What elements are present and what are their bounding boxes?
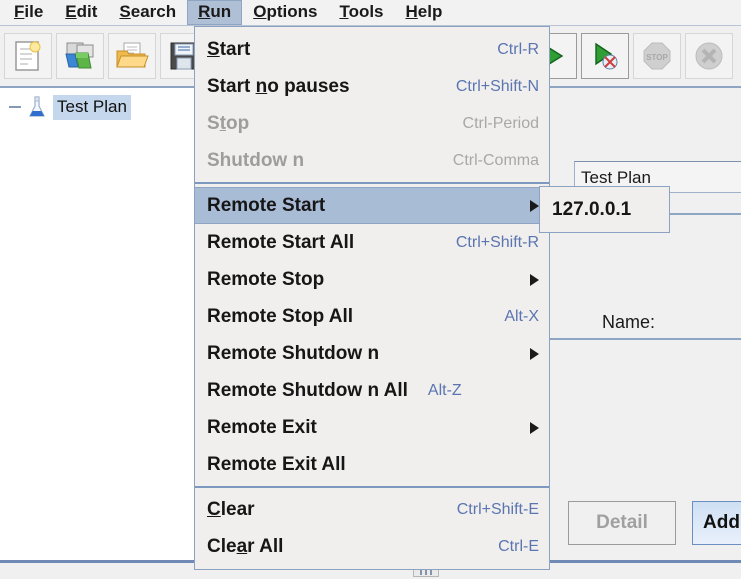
menubar-file-mnemonic: F <box>14 2 25 21</box>
menubar-edit-mnemonic: E <box>65 2 77 21</box>
menubar-search-rest: earch <box>130 2 177 21</box>
menubar-item-edit[interactable]: Edit <box>54 0 108 25</box>
menu-item-shutdown-label: Shutdow n <box>207 149 305 171</box>
submenu-arrow-icon <box>530 273 539 286</box>
menu-item-remote-stop-all[interactable]: Remote Stop All Alt-X <box>195 298 549 335</box>
menu-item-clear-all-label: Clear All <box>207 535 284 557</box>
menu-separator-2 <box>195 486 549 488</box>
menu-item-remote-shutdown[interactable]: Remote Shutdow n <box>195 335 549 372</box>
menu-item-remote-stop-all-label: Remote Stop All <box>207 305 354 327</box>
shutdown-button <box>685 33 733 79</box>
menu-item-remote-exit-all-label: Remote Exit All <box>207 453 346 475</box>
submenu-arrow-icon <box>530 421 539 434</box>
menubar-file-rest: ile <box>24 2 44 21</box>
menubar-item-run[interactable]: Run <box>187 0 243 25</box>
menu-item-start-label: Start <box>207 38 251 60</box>
open-button[interactable] <box>108 33 156 79</box>
menu-item-remote-shutdown-label: Remote Shutdow n <box>207 342 380 364</box>
add-button[interactable]: Add <box>692 501 741 545</box>
menubar-item-search[interactable]: Search <box>108 0 187 25</box>
menu-item-clear-all-accel: Ctrl-E <box>498 537 539 555</box>
menu-item-start-accel: Ctrl-R <box>497 40 539 58</box>
menu-item-remote-host-label: 127.0.0.1 <box>552 198 632 220</box>
menu-item-clear-label: Clear <box>207 498 255 520</box>
menu-item-start-no-pauses[interactable]: Start no pauses Ctrl+Shift-N <box>195 68 549 105</box>
templates-icon <box>63 40 97 72</box>
submenu-arrow-icon <box>530 199 539 212</box>
menu-bar: File Edit Search Run Options Tools Help <box>0 0 741 26</box>
menubar-help-mnemonic: H <box>405 2 418 21</box>
menu-item-shutdown: Shutdow n Ctrl-Comma <box>195 142 549 179</box>
menubar-help-rest: elp <box>417 2 443 21</box>
shutdown-x-icon <box>694 41 724 71</box>
menubar-item-tools[interactable]: Tools <box>328 0 394 25</box>
menu-item-start-no-pauses-label: Start no pauses <box>207 75 350 97</box>
menu-item-shutdown-accel: Ctrl-Comma <box>452 151 539 169</box>
menu-item-remote-shutdown-all-label: Remote Shutdow n All <box>207 379 408 401</box>
menu-item-remote-stop-label: Remote Stop <box>207 268 325 290</box>
new-document-icon <box>13 40 43 72</box>
menubar-search-mnemonic: S <box>119 2 131 21</box>
menu-item-remote-exit-all[interactable]: Remote Exit All <box>195 446 549 483</box>
menu-item-remote-start-all-label: Remote Start All <box>207 231 355 253</box>
menubar-item-help[interactable]: Help <box>395 0 454 25</box>
run-menu-popup[interactable]: Start Ctrl-R Start no pauses Ctrl+Shift-… <box>194 26 550 570</box>
templates-button[interactable] <box>56 33 104 79</box>
menubar-tools-rest: ools <box>348 2 384 21</box>
user-variables-box <box>548 340 741 426</box>
menu-item-remote-start[interactable]: Remote Start <box>195 187 549 224</box>
new-test-plan-button[interactable] <box>4 33 52 79</box>
menubar-item-options[interactable]: Options <box>242 0 328 25</box>
menubar-edit-rest: dit <box>76 2 98 21</box>
open-folder-icon <box>115 41 149 71</box>
menubar-item-file[interactable]: File <box>3 0 54 25</box>
menu-item-clear-accel: Ctrl+Shift-E <box>456 500 539 518</box>
menu-item-remote-exit[interactable]: Remote Exit <box>195 409 549 446</box>
menu-separator-1 <box>195 182 549 184</box>
menu-item-remote-exit-label: Remote Exit <box>207 416 317 438</box>
menu-item-stop-label: Stop <box>207 112 250 134</box>
tree-collapse-handle-icon[interactable] <box>6 98 24 116</box>
name-label: Name: <box>602 312 656 332</box>
menu-item-remote-start-all-accel: Ctrl+Shift-R <box>455 233 539 251</box>
menubar-tools-mnemonic: T <box>339 2 349 21</box>
menubar-options-rest: ptions <box>266 2 318 21</box>
menu-item-remote-shutdown-all[interactable]: Remote Shutdow n All Alt-Z <box>195 372 549 409</box>
menubar-run-mnemonic: R <box>198 2 211 21</box>
menu-item-stop: Stop Ctrl-Period <box>195 105 549 142</box>
play-no-pauses-icon <box>590 41 620 71</box>
test-plan-flask-icon <box>26 95 48 119</box>
stop-sign-icon: STOP <box>642 41 672 71</box>
menu-item-remote-host[interactable]: 127.0.0.1 <box>540 191 669 228</box>
remote-start-submenu[interactable]: 127.0.0.1 <box>539 186 670 233</box>
submenu-arrow-icon <box>530 347 539 360</box>
menu-item-clear[interactable]: Clear Ctrl+Shift-E <box>195 491 549 528</box>
menubar-run-rest: un <box>210 2 232 21</box>
menu-item-clear-all[interactable]: Clear All Ctrl-E <box>195 528 549 565</box>
menu-item-remote-shutdown-all-accel: Alt-Z <box>427 381 462 399</box>
jmeter-window: File Edit Search Run Options Tools Help <box>0 0 741 579</box>
menubar-options-mnemonic: O <box>253 2 267 21</box>
svg-text:STOP: STOP <box>646 53 668 62</box>
menu-item-remote-stop-all-accel: Alt-X <box>504 307 539 325</box>
stop-button: STOP <box>633 33 681 79</box>
menu-item-start-no-pauses-accel: Ctrl+Shift-N <box>455 77 539 95</box>
tree-node-label: Test Plan <box>53 94 131 120</box>
menu-item-remote-start-label: Remote Start <box>207 194 326 216</box>
menu-item-start[interactable]: Start Ctrl-R <box>195 31 549 68</box>
start-no-pauses-button[interactable] <box>581 33 629 79</box>
menu-item-stop-accel: Ctrl-Period <box>462 114 539 132</box>
menu-item-remote-start-all[interactable]: Remote Start All Ctrl+Shift-R <box>195 224 549 261</box>
tree-node-test-plan[interactable]: Test Plan <box>6 94 131 120</box>
detail-button: Detail <box>568 501 676 545</box>
menu-item-remote-stop[interactable]: Remote Stop <box>195 261 549 298</box>
